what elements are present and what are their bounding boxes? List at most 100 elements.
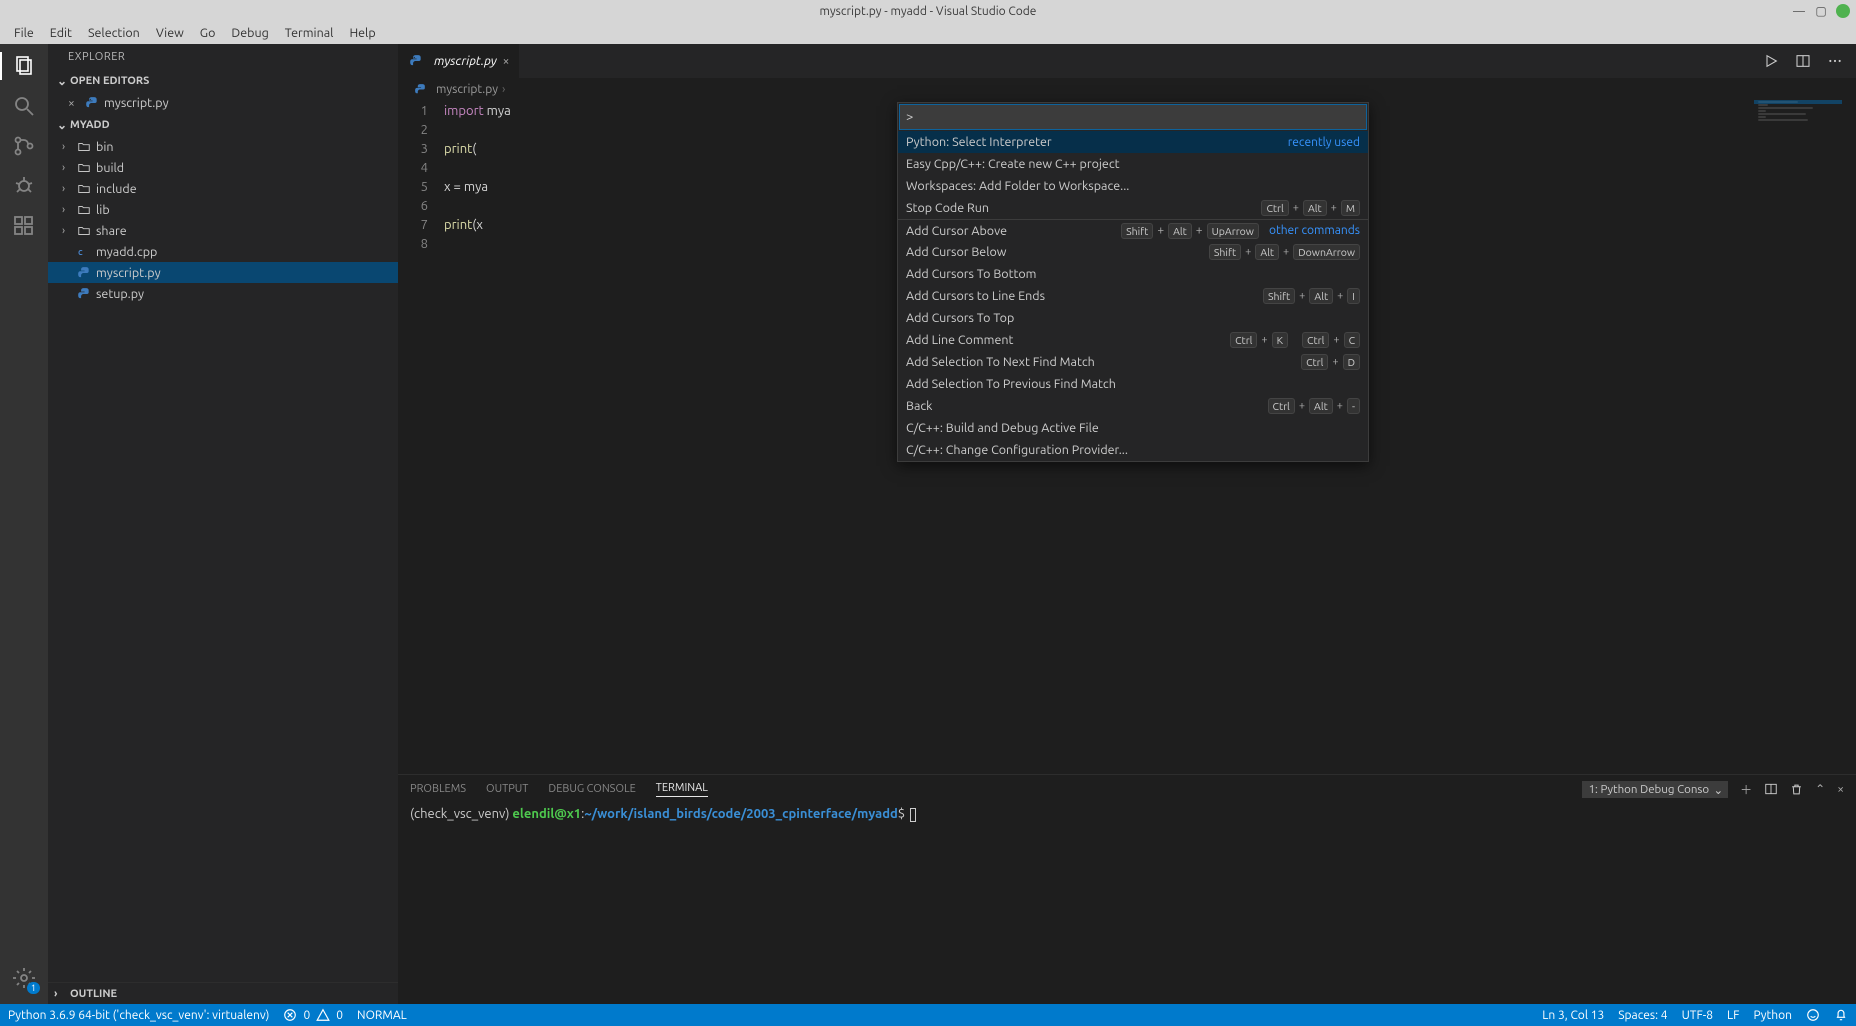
term-prompt: $ (898, 807, 908, 821)
outline-label: OUTLINE (70, 988, 117, 1000)
menu-help[interactable]: Help (341, 26, 383, 40)
search-icon[interactable] (10, 92, 38, 120)
menu-terminal[interactable]: Terminal (277, 26, 342, 40)
panel-tab-terminal[interactable]: TERMINAL (656, 782, 708, 797)
open-editors-label: OPEN EDITORS (70, 75, 149, 87)
tree-item[interactable]: ›bin (48, 136, 398, 157)
palette-item[interactable]: C/C++: Build and Debug Active File (898, 417, 1368, 439)
menu-go[interactable]: Go (192, 26, 224, 40)
chevron-right-icon: › (62, 204, 76, 216)
palette-item[interactable]: Add Selection To Next Find Match Ctrl+D (898, 351, 1368, 373)
palette-item[interactable]: Python: Select Interpreter recently used (898, 131, 1368, 153)
palette-item[interactable]: C/C++: Change Configuration Provider... (898, 439, 1368, 461)
panel-tab-debug-console[interactable]: DEBUG CONSOLE (548, 783, 635, 795)
palette-input[interactable]: > (900, 105, 1366, 129)
menu-selection[interactable]: Selection (80, 26, 148, 40)
status-indent[interactable]: Spaces: 4 (1618, 1009, 1667, 1022)
minimize-icon[interactable]: — (1792, 4, 1806, 18)
notifications-icon[interactable] (1834, 1008, 1848, 1022)
palette-item-right: Ctrl+D (1301, 354, 1360, 370)
menu-file[interactable]: File (6, 26, 42, 40)
tree-item[interactable]: ›lib (48, 199, 398, 220)
close-tab-icon[interactable]: × (503, 55, 510, 68)
palette-item-right: recently used (1282, 136, 1360, 149)
source-control-icon[interactable] (10, 132, 38, 160)
run-icon[interactable] (1760, 50, 1782, 72)
settings-icon[interactable]: 1 (10, 964, 38, 992)
palette-item-label: Add Cursors to Line Ends (906, 289, 1045, 303)
palette-item-right: Shift+Alt+UpArrowother commands (1121, 223, 1360, 239)
chevron-right-icon: › (502, 83, 505, 96)
breadcrumb[interactable]: myscript.py › (398, 78, 1856, 100)
debug-icon[interactable] (10, 172, 38, 200)
palette-item[interactable]: Add Cursor AboveShift+Alt+UpArrowother c… (898, 219, 1368, 241)
split-editor-icon[interactable] (1792, 50, 1814, 72)
menu-edit[interactable]: Edit (42, 26, 80, 40)
close-editor-icon[interactable]: × (68, 97, 84, 110)
minimap[interactable] (1754, 100, 1842, 774)
palette-item[interactable]: Add Cursor BelowShift+Alt+DownArrow (898, 241, 1368, 263)
kill-terminal-icon[interactable] (1790, 783, 1803, 796)
menu-debug[interactable]: Debug (223, 26, 276, 40)
panel-tab-problems[interactable]: PROBLEMS (410, 783, 466, 795)
palette-item[interactable]: Stop Code RunCtrl+Alt+M (898, 197, 1368, 219)
explorer-icon[interactable] (10, 52, 38, 80)
panel: PROBLEMS OUTPUT DEBUG CONSOLE TERMINAL 1… (398, 774, 1856, 1004)
tree-item[interactable]: ›share (48, 220, 398, 241)
close-icon[interactable] (1836, 4, 1850, 18)
tab-myscript[interactable]: myscript.py × (398, 44, 519, 78)
tree-item[interactable]: ·myscript.py (48, 262, 398, 283)
tree-item[interactable]: › include (48, 178, 398, 199)
command-palette: > Python: Select Interpreter recently use… (897, 102, 1369, 462)
status-eol[interactable]: LF (1727, 1009, 1739, 1022)
close-panel-icon[interactable]: × (1837, 783, 1844, 796)
svg-text:C: C (78, 248, 83, 256)
tree-item-label: include (96, 182, 137, 196)
status-vim-mode: NORMAL (357, 1009, 407, 1022)
menu-view[interactable]: View (148, 26, 192, 40)
editor-surface[interactable]: 12345678 import myaprint(x = myaprint(x … (398, 100, 1856, 774)
folder-icon (76, 223, 92, 239)
status-encoding[interactable]: UTF-8 (1682, 1009, 1713, 1022)
tree-item-label: bin (96, 140, 114, 154)
palette-item[interactable]: Add Cursors To Bottom (898, 263, 1368, 285)
palette-item[interactable]: Add Selection To Previous Find Match (898, 373, 1368, 395)
term-venv: (check_vsc_venv) (410, 807, 512, 821)
activitybar: 1 (0, 44, 48, 1004)
status-language[interactable]: Python (1753, 1009, 1792, 1022)
new-terminal-icon[interactable]: ＋ (1740, 781, 1752, 798)
palette-item-label: Add Cursors To Top (906, 311, 1014, 325)
palette-item-label: Add Selection To Next Find Match (906, 355, 1095, 369)
palette-item[interactable]: Easy Cpp/C++: Create new C++ project (898, 153, 1368, 175)
status-problems[interactable]: 0 0 (283, 1008, 343, 1022)
palette-item[interactable]: Add Line CommentCtrl+KCtrl+C (898, 329, 1368, 351)
palette-item[interactable]: Add Cursors to Line EndsShift+Alt+I (898, 285, 1368, 307)
palette-item[interactable]: Add Cursors To Top (898, 307, 1368, 329)
file-tree: ›bin›build›include›lib›share·Cmyadd.cpp·… (48, 136, 398, 304)
palette-item-label: Back (906, 399, 933, 413)
tree-item[interactable]: ·setup.py (48, 283, 398, 304)
tree-item[interactable]: ›build (48, 157, 398, 178)
palette-item-label: Python: Select Interpreter (906, 135, 1052, 149)
split-terminal-icon[interactable] (1764, 782, 1778, 796)
status-python[interactable]: Python 3.6.9 64-bit ('check_vsc_venv': v… (8, 1009, 269, 1022)
palette-item[interactable]: Workspaces: Add Folder to Workspace... (898, 175, 1368, 197)
tree-item-label: build (96, 161, 124, 175)
extensions-icon[interactable] (10, 212, 38, 240)
panel-tab-output[interactable]: OUTPUT (486, 783, 528, 795)
more-icon[interactable] (1824, 50, 1846, 72)
status-cursor-pos[interactable]: Ln 3, Col 13 (1542, 1009, 1604, 1022)
folder-header[interactable]: ⌄ MYADD (48, 114, 398, 136)
maximize-icon[interactable]: ▢ (1814, 4, 1828, 18)
feedback-icon[interactable] (1806, 1008, 1820, 1022)
terminal-body[interactable]: (check_vsc_venv) elendil@x1:~/work/islan… (398, 803, 1856, 1004)
palette-item-right: Ctrl+Alt+- (1268, 398, 1360, 414)
open-editors-header[interactable]: ⌄ OPEN EDITORS (48, 70, 398, 92)
maximize-panel-icon[interactable]: ⌃ (1815, 782, 1825, 796)
terminal-selector[interactable]: 1: Python Debug Conso (1582, 781, 1729, 798)
open-editor-item[interactable]: × myscript.py (48, 92, 398, 114)
tree-item[interactable]: ·Cmyadd.cpp (48, 241, 398, 262)
chevron-right-icon: › (62, 183, 76, 195)
palette-item[interactable]: Back Ctrl+Alt+- (898, 395, 1368, 417)
outline-header[interactable]: › OUTLINE (48, 982, 398, 1004)
